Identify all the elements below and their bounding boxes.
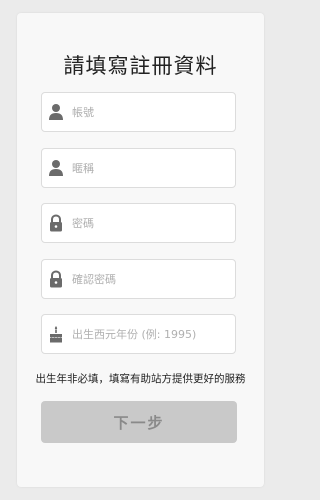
birth-year-note: 出生年非必填，填寫有助站方提供更好的服務 [35, 373, 246, 385]
nickname-input[interactable] [72, 149, 227, 187]
lock-icon [48, 214, 64, 232]
password-field[interactable] [41, 203, 236, 243]
birth-year-field[interactable] [41, 314, 236, 354]
confirm-password-input[interactable] [72, 260, 227, 298]
password-input[interactable] [72, 204, 227, 242]
nickname-field[interactable] [41, 148, 236, 188]
confirm-password-field[interactable] [41, 259, 236, 299]
user-icon [48, 103, 64, 121]
user-icon [48, 159, 64, 177]
account-field[interactable] [41, 92, 236, 132]
lock-icon [48, 270, 64, 288]
next-button[interactable]: 下一步 [41, 401, 237, 443]
birth-year-input[interactable] [72, 315, 227, 353]
account-input[interactable] [72, 93, 227, 131]
cake-icon [48, 325, 64, 343]
page-title: 請填寫註冊資料 [63, 54, 218, 78]
